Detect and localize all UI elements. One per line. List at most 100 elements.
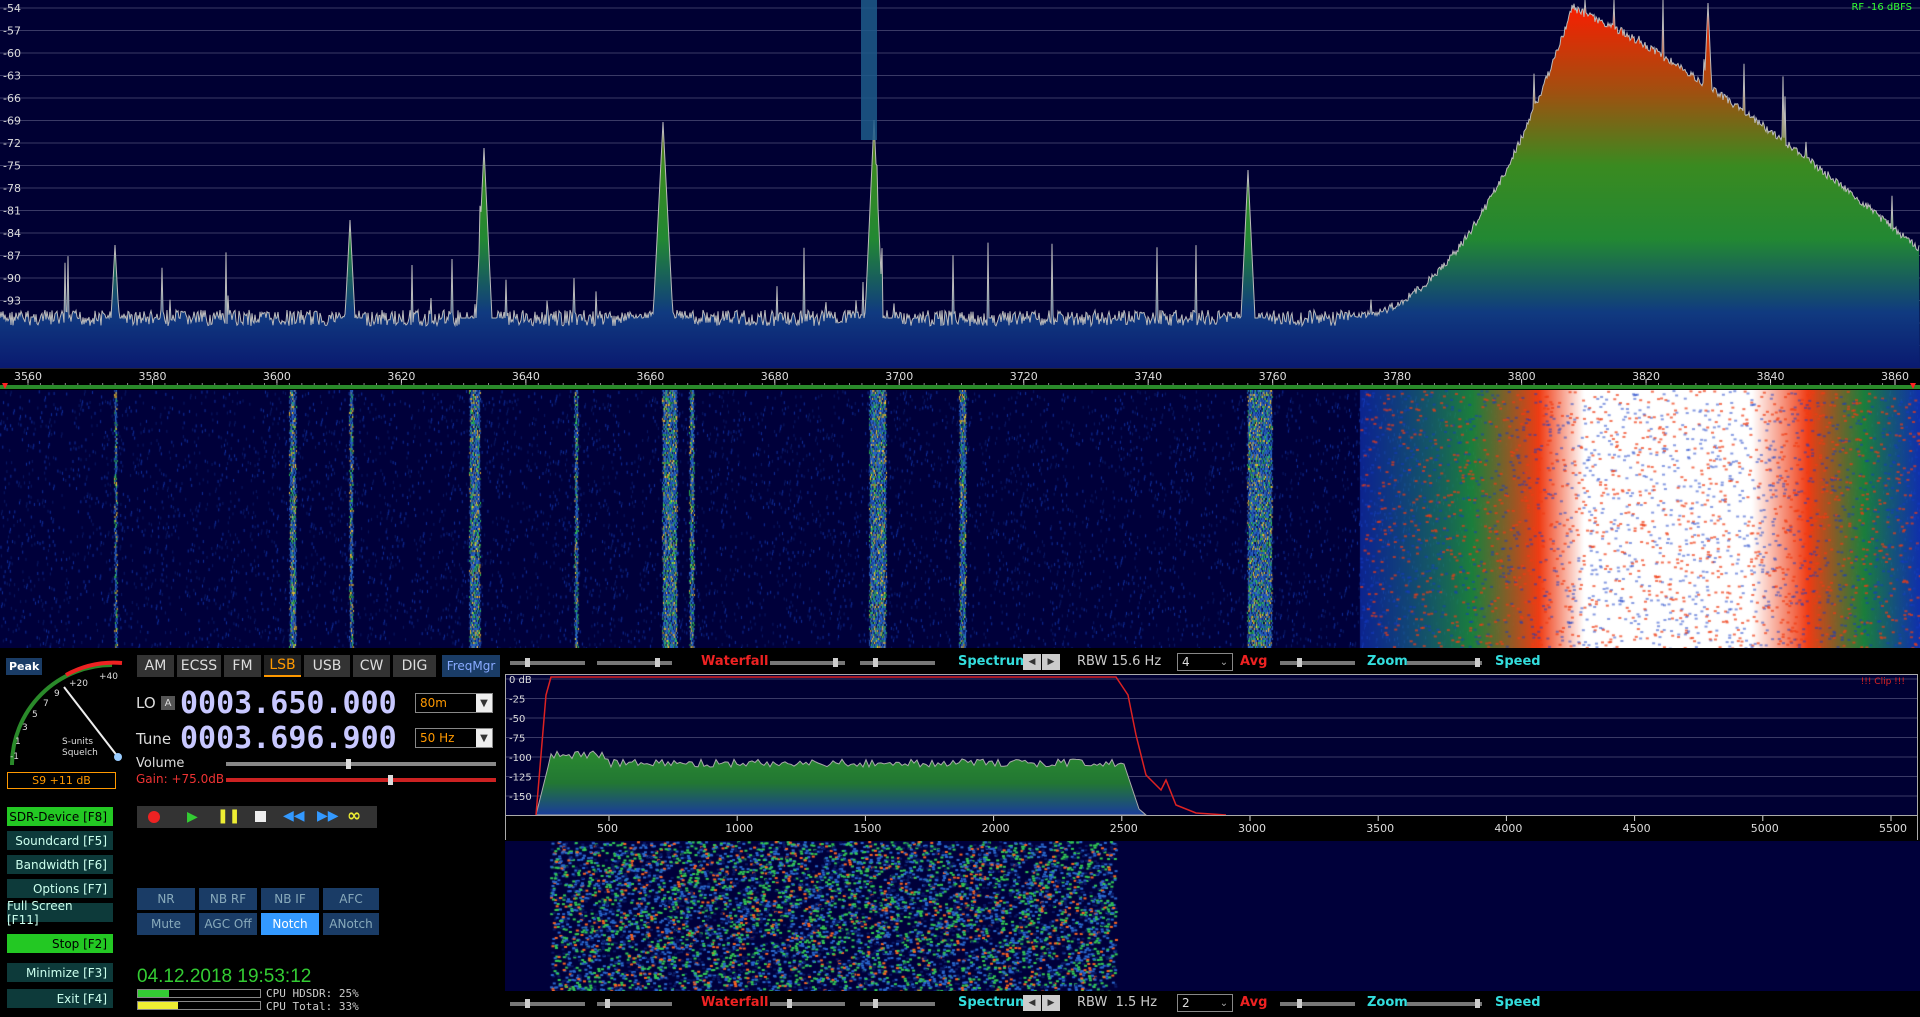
freq-label: 3700 bbox=[885, 370, 913, 383]
stop-icon[interactable] bbox=[255, 811, 266, 822]
zoom-slider-2-knob[interactable] bbox=[1297, 999, 1302, 1008]
recorder-toolbar: ▶ ❚❚ ◀◀ ▶▶ ∞ bbox=[137, 806, 377, 828]
nr-button[interactable]: NR bbox=[137, 888, 195, 910]
avg-select-2-value: 2 bbox=[1182, 996, 1190, 1010]
waterfall-slider-2[interactable] bbox=[597, 661, 672, 665]
af-waterfall-display[interactable] bbox=[505, 841, 1920, 991]
mode-dig-button[interactable]: DIG bbox=[393, 655, 436, 677]
spectrum-y-label: -87 bbox=[3, 250, 21, 263]
af-x-label: 2500 bbox=[1110, 822, 1138, 835]
minimize-button[interactable]: Minimize [F3] bbox=[7, 963, 113, 982]
rf-waterfall-display[interactable] bbox=[0, 390, 1920, 648]
anotch-button[interactable]: ANotch bbox=[323, 913, 379, 935]
avg-select-value: 4 bbox=[1182, 655, 1190, 669]
notch-button[interactable]: Notch bbox=[261, 913, 319, 935]
exit-button[interactable]: Exit [F4] bbox=[7, 989, 113, 1008]
tune-step-select[interactable]: 50 Hz ▼ bbox=[415, 728, 493, 748]
pause-icon[interactable]: ❚❚ bbox=[217, 808, 240, 824]
peak-button[interactable]: Peak bbox=[6, 658, 43, 675]
volume-slider[interactable] bbox=[226, 759, 496, 769]
fast-forward-icon[interactable]: ▶▶ bbox=[317, 808, 339, 824]
spectrum-slider-2-knob[interactable] bbox=[873, 658, 878, 667]
options-button[interactable]: Options [F7] bbox=[7, 879, 113, 898]
waterfall-label: Waterfall bbox=[701, 654, 769, 669]
full-screen-button[interactable]: Full Screen [F11] bbox=[7, 899, 113, 927]
spectrum-slider-3-knob[interactable] bbox=[787, 999, 792, 1008]
waterfall-slider-4-knob[interactable] bbox=[605, 999, 610, 1008]
chevron-left-icon[interactable]: ◀ bbox=[1023, 995, 1041, 1011]
rf-spectrum-display[interactable]: -54 -57 -60 -63 -66 -69 -72 -75 -78 -81 -84 -87 -90 -… bbox=[0, 0, 1920, 368]
speed-slider-2[interactable] bbox=[1407, 1002, 1482, 1006]
mode-am-button[interactable]: AM bbox=[137, 655, 174, 677]
soundcard-button[interactable]: Soundcard [F5] bbox=[7, 831, 113, 850]
spectrum-slider-4-knob[interactable] bbox=[873, 999, 878, 1008]
stop-button[interactable]: Stop [F2] bbox=[7, 934, 113, 953]
waterfall-slider-3[interactable] bbox=[510, 1002, 585, 1006]
mode-fm-button[interactable]: FM bbox=[224, 655, 261, 677]
nb-rf-button[interactable]: NB RF bbox=[199, 888, 257, 910]
tune-frequency-display[interactable]: 0003.696.900 bbox=[180, 721, 397, 756]
bandwidth-button[interactable]: Bandwidth [F6] bbox=[7, 855, 113, 874]
play-icon[interactable]: ▶ bbox=[187, 809, 198, 825]
frequency-scale[interactable]: 3560 3580 3600 3620 3640 3660 3680 3700 3720 3740… bbox=[0, 368, 1920, 391]
squelch-label: Squelch bbox=[62, 748, 98, 758]
s-meter-reading: S9 +11 dB bbox=[7, 772, 116, 789]
gain-slider-knob[interactable] bbox=[388, 775, 393, 785]
spectrum-slider-2[interactable] bbox=[860, 661, 935, 665]
band-select[interactable]: 80m ▼ bbox=[415, 693, 493, 713]
spectrum-y-label: -81 bbox=[3, 205, 21, 218]
s-scale-label: +20 bbox=[69, 679, 88, 689]
control-panel: Peak -1 1 3 5 7 9 +20 +40 S-units Squelc… bbox=[0, 648, 505, 1017]
speed-slider-knob[interactable] bbox=[1475, 658, 1480, 667]
gain-slider[interactable] bbox=[226, 775, 496, 785]
waterfall-slider-1[interactable] bbox=[510, 661, 585, 665]
rf-level-label: RF -16 dBFS bbox=[1851, 2, 1912, 13]
rewind-icon[interactable]: ◀◀ bbox=[283, 808, 305, 824]
nb-if-button[interactable]: NB IF bbox=[261, 888, 319, 910]
cpu-hdsdr-bar bbox=[137, 989, 261, 998]
sdr-device-button[interactable]: SDR-Device [F8] bbox=[7, 807, 113, 826]
lo-frequency-display[interactable]: 0003.650.000 bbox=[180, 686, 397, 721]
zoom-slider-2[interactable] bbox=[1280, 1002, 1355, 1006]
zoom-slider[interactable] bbox=[1280, 661, 1355, 665]
avg-select-2[interactable]: 2 ⌄ bbox=[1177, 994, 1233, 1012]
s-scale-label: 1 bbox=[15, 737, 21, 747]
avg-select[interactable]: 4 ⌄ bbox=[1177, 653, 1233, 671]
mode-lsb-button[interactable]: LSB bbox=[264, 655, 301, 677]
af-spectrum-display[interactable]: 0 dB -25 -50 -75 -100 -125 -150 500 1000 1500 200… bbox=[505, 674, 1918, 840]
mode-cw-button[interactable]: CW bbox=[353, 655, 390, 677]
record-icon[interactable] bbox=[148, 811, 160, 823]
waterfall-slider-2-knob[interactable] bbox=[655, 658, 660, 667]
speed-slider[interactable] bbox=[1407, 661, 1482, 665]
freq-label: 3800 bbox=[1508, 370, 1536, 383]
spectrum-slider-1-knob[interactable] bbox=[833, 658, 838, 667]
af-x-label: 1000 bbox=[725, 822, 753, 835]
speed-label-2: Speed bbox=[1495, 995, 1541, 1010]
afc-button[interactable]: AFC bbox=[323, 888, 379, 910]
rf-spectrum-svg: -54 -57 -60 -63 -66 -69 -72 -75 -78 -81 -84 -87 -90 -… bbox=[0, 0, 1920, 368]
freq-manager-button[interactable]: FreqMgr bbox=[442, 655, 500, 677]
af-frequency-scale: 500 1000 1500 2000 2500 3000 3500 4000 4500 5000 5… bbox=[506, 815, 1917, 840]
chevron-right-icon[interactable]: ▶ bbox=[1042, 654, 1060, 670]
waterfall-slider-3-knob[interactable] bbox=[525, 999, 530, 1008]
spectrum-slider-3[interactable] bbox=[770, 1002, 845, 1006]
waterfall-slider-1-knob[interactable] bbox=[525, 658, 530, 667]
chevron-right-icon[interactable]: ▶ bbox=[1042, 995, 1060, 1011]
freq-label: 3860 bbox=[1881, 370, 1909, 383]
freq-label: 3620 bbox=[387, 370, 415, 383]
volume-slider-knob[interactable] bbox=[346, 759, 351, 769]
loop-icon[interactable]: ∞ bbox=[347, 806, 361, 826]
chevron-down-icon: ▼ bbox=[476, 729, 492, 747]
mute-button[interactable]: Mute bbox=[137, 913, 195, 935]
spectrum-label-2: Spectrum bbox=[958, 995, 1029, 1010]
lo-a-badge[interactable]: A bbox=[161, 696, 175, 710]
cpu-total-text: CPU Total: bbox=[266, 1000, 333, 1013]
zoom-slider-knob[interactable] bbox=[1297, 658, 1302, 667]
mode-usb-button[interactable]: USB bbox=[304, 655, 350, 677]
mode-ecss-button[interactable]: ECSS bbox=[177, 655, 221, 677]
chevron-left-icon[interactable]: ◀ bbox=[1023, 654, 1041, 670]
spectrum-y-label: -78 bbox=[3, 182, 21, 195]
agc-button[interactable]: AGC Off bbox=[199, 913, 257, 935]
spectrum-slider-4[interactable] bbox=[860, 1002, 935, 1006]
speed-slider-2-knob[interactable] bbox=[1475, 999, 1480, 1008]
